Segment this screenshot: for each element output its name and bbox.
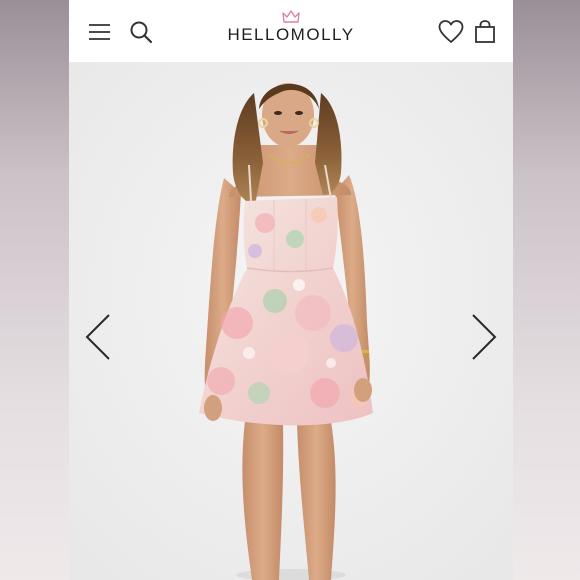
model-photo — [69, 63, 513, 580]
crown-icon — [282, 10, 300, 23]
brand-logo[interactable]: HELLOMOLLY — [209, 10, 373, 54]
search-icon[interactable] — [127, 18, 155, 46]
menu-icon[interactable] — [86, 18, 114, 46]
shopping-bag-icon[interactable] — [471, 18, 499, 46]
left-backdrop — [0, 0, 69, 580]
product-image[interactable] — [69, 63, 513, 580]
heart-icon[interactable] — [437, 18, 465, 46]
site-header: HELLOMOLLY — [69, 0, 513, 63]
chevron-left-icon[interactable] — [83, 313, 113, 361]
right-backdrop — [511, 0, 580, 580]
brand-logo-text: HELLOMOLLY — [227, 25, 355, 44]
chevron-right-icon[interactable] — [469, 313, 499, 361]
mobile-screen: HELLOMOLLY — [69, 0, 513, 580]
